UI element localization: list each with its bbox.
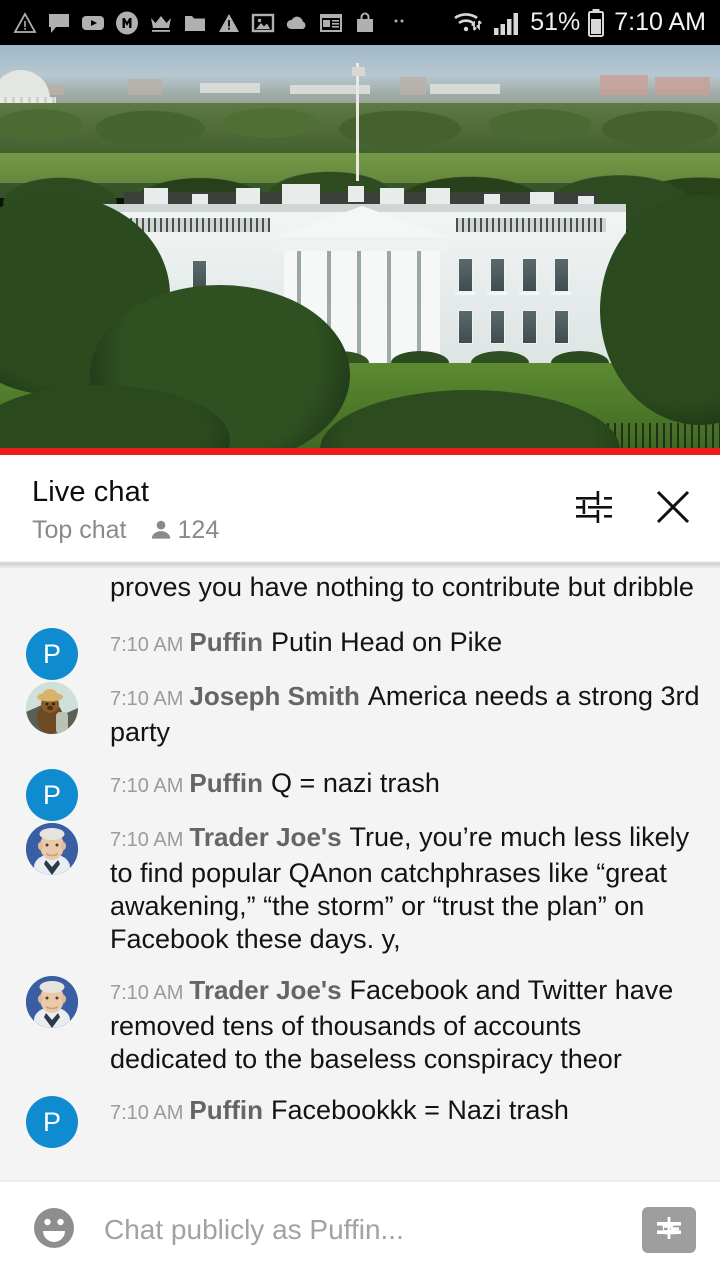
more-dots-icon: [386, 10, 411, 35]
status-bar: 51% 7:10 AM: [0, 0, 720, 45]
person-photo-avatar-art: [26, 976, 78, 1028]
message-author[interactable]: Puffin: [189, 1095, 263, 1125]
video-frame-white-house: [0, 45, 720, 455]
video-progress-bar[interactable]: [0, 448, 720, 455]
chat-settings-button[interactable]: [570, 486, 616, 532]
chat-message[interactable]: 7:10 AM Trader Joe's Facebook and Twitter …: [0, 974, 720, 1076]
chat-message[interactable]: P 7:10 AM Puffin Facebookkk = Nazi trash: [0, 1094, 720, 1148]
avatar[interactable]: [26, 976, 78, 1028]
message-text: Facebookkk = Nazi trash: [271, 1095, 569, 1125]
status-bar-notification-icons: [12, 10, 411, 35]
input-bar-divider: [0, 1180, 720, 1183]
live-chat-header: Live chat Top chat 124: [0, 455, 720, 563]
status-bar-system-icons: 51% 7:10 AM: [452, 8, 706, 38]
flag: [352, 67, 365, 76]
chat-input[interactable]: [104, 1214, 628, 1246]
avatar-initial: P: [42, 779, 61, 810]
avatar[interactable]: P: [26, 1096, 78, 1148]
message-body: proves you have nothing to contribute bu…: [110, 571, 702, 604]
message-author[interactable]: Joseph Smith: [189, 681, 359, 711]
tune-sliders-icon: [571, 485, 615, 534]
status-bar-clock: 7:10 AM: [614, 8, 706, 36]
person-photo-avatar-art: [26, 823, 78, 875]
emoji-picker-button[interactable]: [28, 1204, 80, 1256]
folder-icon: [182, 10, 207, 35]
youtube-icon: [80, 10, 105, 35]
battery-percent-label: 51%: [530, 8, 581, 36]
alert-triangle-icon: [216, 10, 241, 35]
message-body: 7:10 AM Puffin Q = nazi trash: [26, 767, 702, 803]
chat-mode-label[interactable]: Top chat: [32, 516, 127, 544]
message-body: 7:10 AM Puffin Facebookkk = Nazi trash: [26, 1094, 702, 1130]
message-body: 7:10 AM Trader Joe's True, you’re much les…: [26, 821, 702, 956]
message-timestamp: 7:10 AM: [110, 688, 184, 710]
chat-message-list[interactable]: proves you have nothing to contribute bu…: [0, 563, 720, 1180]
warning-triangle-icon: [12, 10, 37, 35]
viewer-count-label: 124: [177, 515, 220, 544]
message-author[interactable]: Puffin: [189, 768, 263, 798]
chat-message[interactable]: 7:10 AM Joseph Smith America needs a stron…: [0, 680, 720, 749]
dollar-bill-icon: [651, 1213, 687, 1248]
shopping-bag-icon: [352, 10, 377, 35]
news-icon: [318, 10, 343, 35]
cloud-icon: [284, 10, 309, 35]
bear-avatar-art: [26, 682, 78, 734]
m-badge-icon: [114, 10, 139, 35]
super-chat-button[interactable]: [642, 1207, 696, 1253]
emoji-smiley-icon: [29, 1203, 79, 1258]
chat-header-text-block: Live chat Top chat 124: [32, 475, 570, 544]
person-icon: [148, 517, 174, 543]
chat-message[interactable]: P 7:10 AM Puffin Putin Head on Pike: [0, 626, 720, 680]
avatar[interactable]: [26, 682, 78, 734]
chat-message-partial: proves you have nothing to contribute bu…: [0, 571, 720, 604]
chat-header-actions: [570, 486, 696, 532]
crown-icon: [148, 10, 173, 35]
video-player[interactable]: [0, 45, 720, 455]
message-text: Q = nazi trash: [271, 768, 440, 798]
message-author[interactable]: Trader Joe's: [189, 975, 341, 1005]
flagpole: [356, 63, 359, 181]
chat-input-bar: [0, 1180, 720, 1280]
wifi-transfer-icon: [452, 8, 486, 38]
battery-icon: [586, 8, 606, 38]
chat-list-top-shadow: [0, 563, 720, 569]
cell-signal-icon: [492, 9, 524, 37]
message-text: proves you have nothing to contribute bu…: [110, 572, 694, 602]
message-timestamp: 7:10 AM: [110, 982, 184, 1004]
chat-bubble-icon: [46, 10, 71, 35]
viewer-count-group: 124: [148, 515, 220, 544]
message-text: Putin Head on Pike: [271, 627, 503, 657]
chat-subheader: Top chat 124: [32, 516, 570, 544]
message-timestamp: 7:10 AM: [110, 775, 184, 797]
message-author[interactable]: Puffin: [189, 627, 263, 657]
avatar-initial: P: [42, 638, 61, 669]
page-title: Live chat: [32, 475, 149, 508]
message-body: 7:10 AM Puffin Putin Head on Pike: [26, 626, 702, 662]
message-timestamp: 7:10 AM: [110, 634, 184, 656]
message-author[interactable]: Trader Joe's: [189, 822, 341, 852]
close-x-icon: [651, 485, 695, 534]
message-body: 7:10 AM Joseph Smith America needs a stron…: [26, 680, 702, 749]
message-timestamp: 7:10 AM: [110, 829, 184, 851]
chat-message[interactable]: P 7:10 AM Puffin Q = nazi trash: [0, 767, 720, 821]
message-timestamp: 7:10 AM: [110, 1102, 184, 1124]
avatar[interactable]: [26, 823, 78, 875]
message-body: 7:10 AM Trader Joe's Facebook and Twitter …: [26, 974, 702, 1076]
youtube-live-chat-screen: 51% 7:10 AM Live chat Top chat 124 prove…: [0, 0, 720, 1280]
avatar[interactable]: P: [26, 769, 78, 821]
chat-message[interactable]: 7:10 AM Trader Joe's True, you’re much les…: [0, 821, 720, 956]
avatar[interactable]: P: [26, 628, 78, 680]
avatar-initial: P: [42, 1106, 61, 1137]
close-chat-button[interactable]: [650, 486, 696, 532]
photo-icon: [250, 10, 275, 35]
